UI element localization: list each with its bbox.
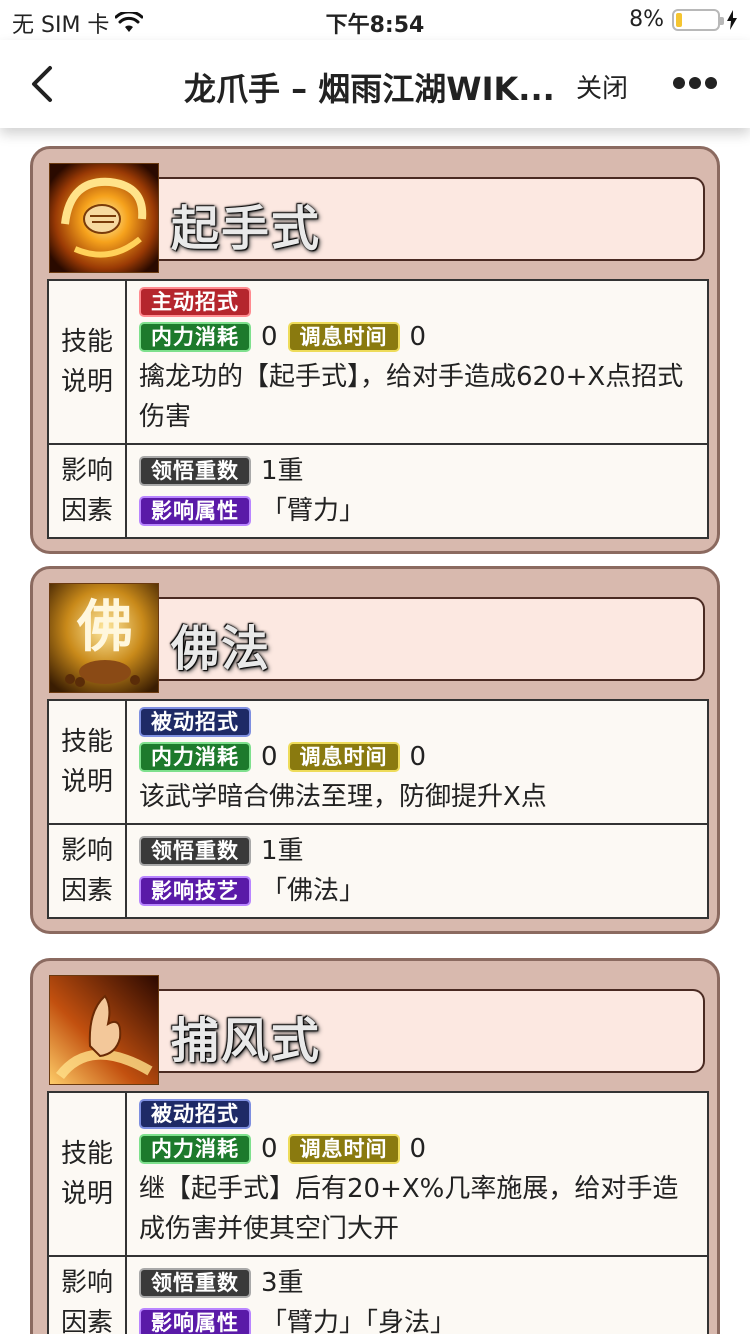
content-area[interactable]: 起手式 技能说明 主动招式 内力消耗 0 调息时间 0 擒龙功的【起手式】，给对…	[0, 128, 750, 1334]
neili-value: 0	[261, 322, 278, 352]
factor-cell: 领悟重数 1重 影响技艺 「佛法」	[125, 823, 709, 919]
skill-name: 佛法	[171, 621, 272, 677]
status-right: 8%	[629, 7, 738, 32]
skill-description: 擒龙功的【起手式】，给对手造成620+X点招式伤害	[139, 362, 684, 432]
table-row: 影响因素 领悟重数 1重 影响属性 「臂力」	[47, 443, 709, 539]
table-row: 技能说明 主动招式 内力消耗 0 调息时间 0 擒龙功的【起手式】，给对手造成6…	[47, 279, 709, 445]
tag-row: 主动招式	[139, 287, 697, 317]
realm-row: 领悟重数 1重	[139, 451, 697, 491]
realm-value: 3重	[261, 1268, 304, 1298]
more-icon[interactable]	[672, 76, 718, 90]
type-tag: 主动招式	[139, 287, 251, 317]
attr-row: 影响技艺 「佛法」	[139, 871, 697, 911]
skill-info-table: 技能说明 被动招式 内力消耗 0 调息时间 0 继【起手式】后有20+X%几率施…	[47, 1091, 709, 1334]
skill-card: 起手式 技能说明 主动招式 内力消耗 0 调息时间 0 擒龙功的【起手式】，给对…	[30, 146, 720, 554]
status-bar: 无 SIM 卡 下午8:54 8%	[0, 0, 750, 40]
realm-row: 领悟重数 3重	[139, 1263, 697, 1303]
table-row: 技能说明 被动招式 内力消耗 0 调息时间 0 该武学暗合佛法至理，防御提升X点	[47, 699, 709, 825]
factor-label: 影响因素	[47, 1255, 127, 1334]
skill-info-table: 技能说明 被动招式 内力消耗 0 调息时间 0 该武学暗合佛法至理，防御提升X点…	[47, 699, 709, 919]
realm-row: 领悟重数 1重	[139, 831, 697, 871]
battery-icon	[672, 8, 724, 31]
tiaoxi-value: 0	[409, 1134, 427, 1164]
neili-tag: 内力消耗	[139, 1134, 251, 1164]
neili-tag: 内力消耗	[139, 742, 251, 772]
skill-name: 捕风式	[171, 1013, 322, 1069]
neili-tag: 内力消耗	[139, 322, 251, 352]
realm-tag: 领悟重数	[139, 836, 251, 866]
realm-value: 1重	[261, 456, 304, 486]
attr-row: 影响属性 「臂力」	[139, 491, 697, 531]
cost-row: 内力消耗 0 调息时间 0	[139, 737, 697, 777]
desc-label: 技能说明	[47, 279, 127, 445]
skill-card: 佛 佛法 技能说明 被动招式 内力消耗 0 调息时间 0 该武学暗合佛法至理，防…	[30, 566, 720, 934]
skill-header: 起手式	[47, 163, 705, 273]
back-icon[interactable]	[28, 64, 56, 104]
skill-name-box: 起手式	[159, 177, 705, 261]
factor-cell: 领悟重数 1重 影响属性 「臂力」	[125, 443, 709, 539]
desc-cell: 主动招式 内力消耗 0 调息时间 0 擒龙功的【起手式】，给对手造成620+X点…	[125, 279, 709, 445]
desc-label: 技能说明	[47, 1091, 127, 1257]
attr-value: 「臂力」	[261, 496, 366, 526]
tiaoxi-tag: 调息时间	[287, 322, 400, 352]
tiaoxi-tag: 调息时间	[287, 1134, 400, 1164]
tiaoxi-value: 0	[409, 322, 427, 352]
attr-tag: 影响技艺	[139, 876, 251, 906]
cost-row: 内力消耗 0 调息时间 0	[139, 1129, 697, 1169]
skill-description: 继【起手式】后有20+X%几率施展，给对手造成伤害并使其空门大开	[139, 1174, 679, 1244]
table-row: 影响因素 领悟重数 3重 影响属性 「臂力」「身法」	[47, 1255, 709, 1334]
realm-tag: 领悟重数	[139, 1268, 251, 1298]
fist-swirl-icon	[49, 163, 159, 273]
skill-info-table: 技能说明 主动招式 内力消耗 0 调息时间 0 擒龙功的【起手式】，给对手造成6…	[47, 279, 709, 539]
skill-card: 捕风式 技能说明 被动招式 内力消耗 0 调息时间 0 继【起手式】后有20+X…	[30, 958, 720, 1334]
factor-label: 影响因素	[47, 823, 127, 919]
table-row: 影响因素 领悟重数 1重 影响技艺 「佛法」	[47, 823, 709, 919]
close-button[interactable]: 关闭	[576, 68, 628, 105]
cost-row: 内力消耗 0 调息时间 0	[139, 317, 697, 357]
skill-name-box: 捕风式	[159, 989, 705, 1073]
desc-cell: 被动招式 内力消耗 0 调息时间 0 该武学暗合佛法至理，防御提升X点	[125, 699, 709, 825]
attr-value: 「佛法」	[261, 876, 366, 906]
type-tag: 被动招式	[139, 1099, 251, 1129]
page-title: 龙爪手 – 烟雨江湖WIK...	[184, 70, 555, 108]
claw-hand-icon	[49, 975, 159, 1085]
realm-tag: 领悟重数	[139, 456, 251, 486]
tag-row: 被动招式	[139, 1099, 697, 1129]
desc-label: 技能说明	[47, 699, 127, 825]
table-row: 技能说明 被动招式 内力消耗 0 调息时间 0 继【起手式】后有20+X%几率施…	[47, 1091, 709, 1257]
buddha-calligraphy-icon: 佛	[49, 583, 159, 693]
factor-label: 影响因素	[47, 443, 127, 539]
attr-tag: 影响属性	[139, 496, 251, 526]
neili-value: 0	[261, 742, 278, 772]
attr-value: 「臂力」「身法」	[261, 1308, 457, 1334]
desc-cell: 被动招式 内力消耗 0 调息时间 0 继【起手式】后有20+X%几率施展，给对手…	[125, 1091, 709, 1257]
skill-name: 起手式	[171, 201, 322, 257]
svg-text:佛: 佛	[76, 594, 133, 660]
charging-bolt-icon	[727, 9, 737, 30]
type-tag: 被动招式	[139, 707, 251, 737]
skill-header: 捕风式	[47, 975, 705, 1085]
factor-cell: 领悟重数 3重 影响属性 「臂力」「身法」	[125, 1255, 709, 1334]
tag-row: 被动招式	[139, 707, 697, 737]
attr-tag: 影响属性	[139, 1308, 251, 1334]
skill-name-box: 佛法	[159, 597, 705, 681]
skill-description: 该武学暗合佛法至理，防御提升X点	[139, 782, 547, 812]
tiaoxi-value: 0	[409, 742, 427, 772]
nav-bar: 龙爪手 – 烟雨江湖WIK... 关闭	[0, 40, 750, 128]
tiaoxi-tag: 调息时间	[287, 742, 400, 772]
neili-value: 0	[261, 1134, 278, 1164]
attr-row: 影响属性 「臂力」「身法」	[139, 1303, 697, 1334]
battery-percent: 8%	[629, 7, 664, 32]
skill-header: 佛 佛法	[47, 583, 705, 693]
realm-value: 1重	[261, 836, 304, 866]
